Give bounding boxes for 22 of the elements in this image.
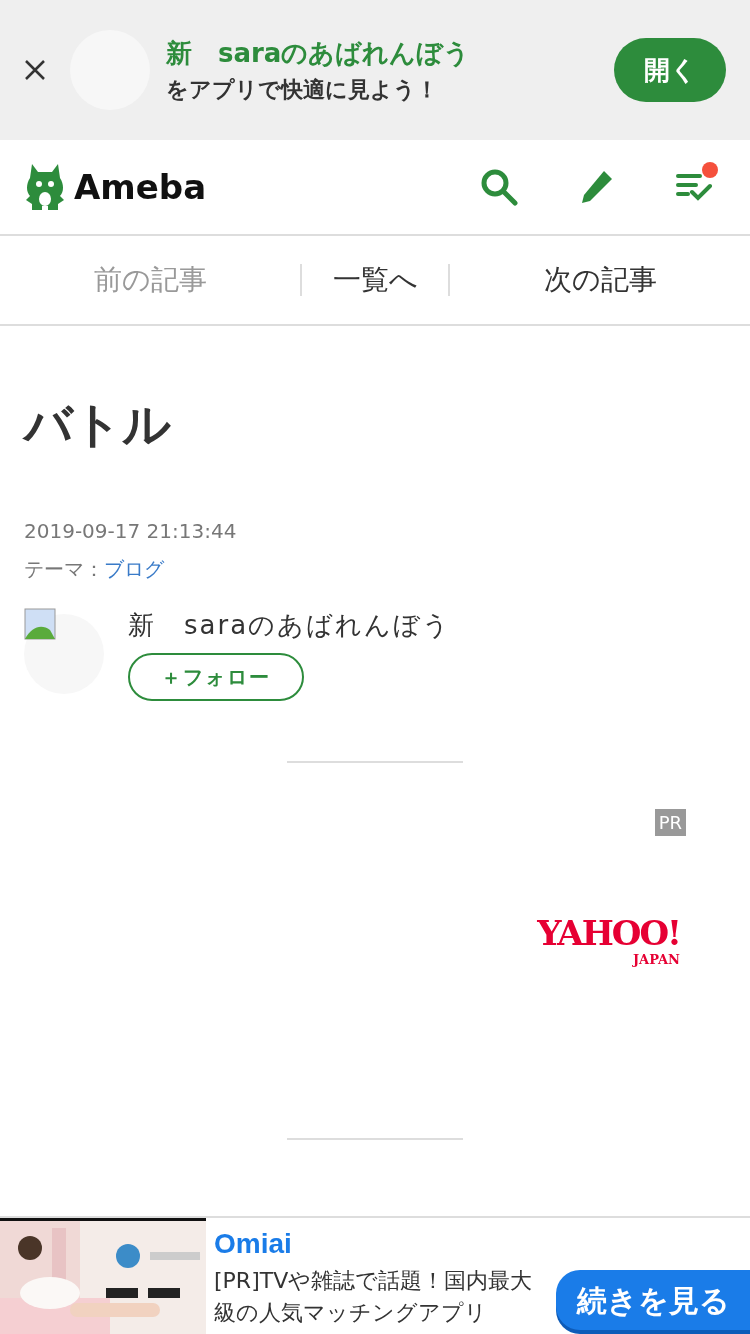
pencil-icon[interactable] <box>580 169 614 205</box>
article-title: バトル <box>24 395 172 454</box>
search-icon[interactable] <box>480 168 518 206</box>
follow-button[interactable]: ＋フォロー <box>128 653 304 701</box>
app-promo-text: をアプリで快適に見よう！ <box>166 76 439 104</box>
ad-title[interactable]: Omiai <box>214 1223 546 1266</box>
broken-image-icon <box>24 608 56 640</box>
theme-link[interactable]: ブログ <box>104 554 164 584</box>
author-name: 新 saraのあばれんぼう <box>128 609 452 642</box>
post-date: 2019-09-17 21:13:44 <box>24 518 238 545</box>
theme-label: テーマ： <box>24 556 104 583</box>
pr-badge: PR <box>654 809 686 836</box>
blog-name: 新 saraのあばれんぼう <box>166 37 472 70</box>
article-nav-link[interactable]: 次の記事 <box>543 263 657 296</box>
yahoo-logo[interactable]: YAHOO! JAPAN <box>537 916 680 970</box>
logo-text[interactable]: Ameba <box>74 161 207 213</box>
ad-text: [PR]TVや雑誌で話題！国内最大級の人気マッチングアプリ <box>214 1267 534 1327</box>
close-icon[interactable] <box>24 59 46 81</box>
open-button[interactable]: 開く <box>614 38 726 102</box>
checklist-icon[interactable] <box>676 172 712 202</box>
mascot-icon <box>24 162 66 212</box>
article-nav-link[interactable]: 一覧へ <box>332 263 418 296</box>
